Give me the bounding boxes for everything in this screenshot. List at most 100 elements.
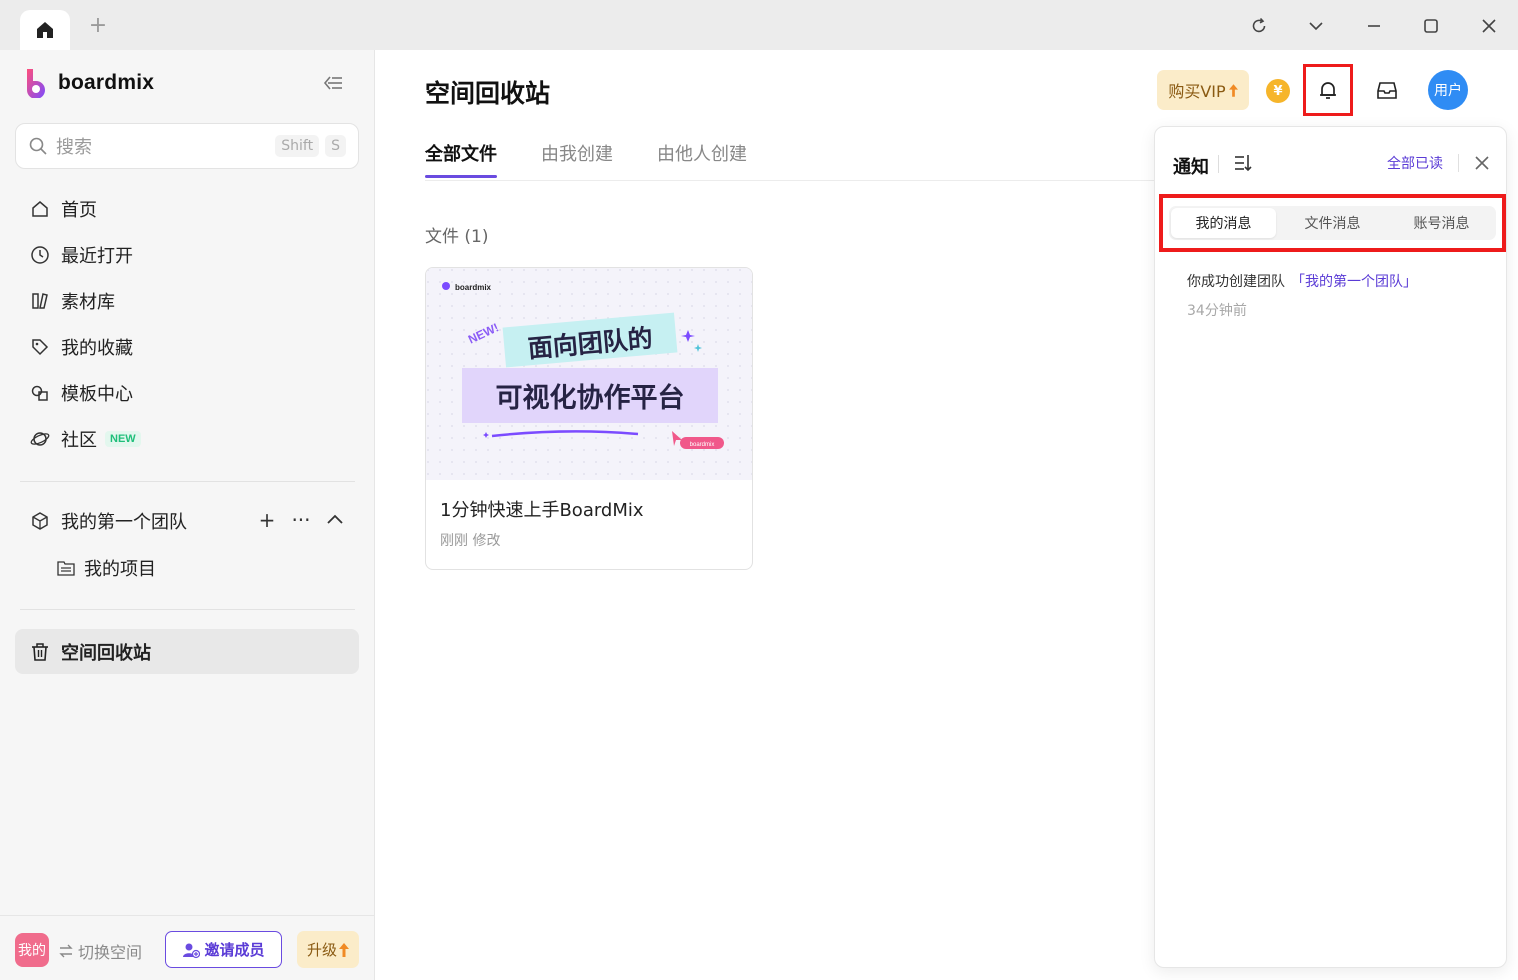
inbox-icon	[1377, 82, 1397, 99]
template-icon	[29, 382, 51, 404]
thumbnail-illustration: boardmix NEW! 面向团队的 可视化协作平台 boardmix	[426, 268, 752, 480]
space-avatar[interactable]: 我的	[15, 933, 49, 967]
sidebar-item-project[interactable]: 我的项目	[56, 545, 156, 591]
notification-button[interactable]	[1303, 64, 1353, 116]
bell-icon	[1320, 82, 1336, 99]
tab-created-by-me[interactable]: 由我创建	[541, 140, 613, 176]
add-to-team-button[interactable]: +	[257, 508, 277, 532]
clock-icon	[29, 244, 51, 266]
trash-label: 空间回收站	[61, 642, 151, 664]
upgrade-arrow-icon	[339, 942, 349, 957]
tab-account-messages[interactable]: 账号消息	[1389, 208, 1494, 238]
collapse-icon	[323, 76, 342, 90]
tag-icon	[29, 336, 51, 358]
chevron-down-icon	[1309, 22, 1323, 31]
sidebar-footer: 我的 切换空间 邀请成员 升级	[0, 915, 375, 980]
tabs-divider	[425, 180, 1155, 181]
file-title: 1分钟快速上手BoardMix	[440, 500, 644, 521]
close-window-button[interactable]	[1476, 13, 1502, 39]
new-tab-button[interactable]: +	[86, 14, 110, 38]
invite-label: 邀请成员	[204, 941, 265, 959]
sidebar-item-label: 素材库	[61, 292, 115, 313]
sidebar-divider	[20, 481, 355, 482]
notification-item[interactable]: 你成功创建团队 「我的第一个团队」	[1187, 271, 1417, 291]
project-name: 我的项目	[84, 559, 156, 580]
logo[interactable]: boardmix	[24, 68, 154, 98]
invite-members-button[interactable]: 邀请成员	[165, 931, 282, 968]
swap-icon	[59, 944, 73, 958]
sidebar-item-library[interactable]: 素材库	[15, 278, 359, 324]
files-count-label: 文件 (1)	[425, 227, 489, 247]
tab-created-by-others[interactable]: 由他人创建	[657, 140, 747, 176]
sidebar: boardmix 搜索 Shift S 首页 最近打开 素材库 我的收藏 模板中…	[0, 50, 375, 980]
sidebar-item-label: 我的收藏	[61, 338, 133, 359]
library-icon	[29, 290, 51, 312]
sidebar-item-templates[interactable]: 模板中心	[15, 370, 359, 416]
switch-space-label: 切换空间	[78, 943, 143, 962]
thumb-badge: boardmix	[690, 442, 715, 448]
inbox-button[interactable]	[1374, 77, 1400, 103]
home-icon	[37, 22, 53, 38]
tab-all-files[interactable]: 全部文件	[425, 140, 497, 178]
dropdown-button[interactable]	[1303, 13, 1329, 39]
maximize-button[interactable]	[1418, 13, 1444, 39]
planet-icon	[29, 428, 51, 450]
sidebar-item-team[interactable]: 我的第一个团队 + ···	[15, 498, 359, 544]
trash-icon	[29, 641, 51, 663]
switch-space-button[interactable]: 切换空间	[58, 939, 142, 963]
sidebar-item-trash[interactable]: 空间回收站	[15, 629, 359, 674]
sidebar-divider	[20, 609, 355, 610]
tab-my-messages[interactable]: 我的消息	[1171, 208, 1276, 238]
panel-separator	[1218, 155, 1219, 173]
home-tab[interactable]	[20, 10, 70, 50]
thumb-brand: boardmix	[455, 283, 492, 292]
shortcut-key-s: S	[325, 135, 346, 157]
tab-file-messages[interactable]: 文件消息	[1280, 208, 1385, 238]
team-actions: + ···	[257, 508, 345, 532]
page-title: 空间回收站	[425, 79, 551, 108]
cube-icon	[29, 510, 51, 532]
team-link[interactable]: 「我的第一个团队」	[1291, 274, 1417, 290]
sidebar-item-recent[interactable]: 最近打开	[15, 232, 359, 278]
sidebar-item-home[interactable]: 首页	[15, 186, 359, 232]
brand-name: boardmix	[58, 71, 155, 94]
buy-vip-button[interactable]: 购买VIP	[1157, 70, 1249, 110]
notification-text: 你成功创建团队	[1187, 274, 1285, 290]
team-more-button[interactable]: ···	[291, 508, 311, 532]
sort-button[interactable]	[1231, 151, 1255, 175]
avatar[interactable]: 用户	[1428, 70, 1468, 110]
file-thumbnail: boardmix NEW! 面向团队的 可视化协作平台 boardmix	[426, 268, 752, 480]
upgrade-label: 升级	[306, 941, 337, 959]
file-card[interactable]: boardmix NEW! 面向团队的 可视化协作平台 boardmix 1分钟…	[425, 267, 753, 570]
maximize-icon	[1424, 19, 1438, 33]
folder-icon	[56, 558, 76, 578]
refresh-button[interactable]	[1246, 13, 1272, 39]
collapse-sidebar-button[interactable]	[320, 70, 346, 96]
search-icon	[29, 137, 47, 155]
sidebar-item-label: 首页	[61, 200, 97, 221]
shortcut-key-shift: Shift	[275, 135, 320, 157]
search-input[interactable]: 搜索 Shift S	[15, 123, 359, 169]
sidebar-item-favorites[interactable]: 我的收藏	[15, 324, 359, 370]
minimize-icon	[1368, 25, 1380, 27]
mark-all-read-button[interactable]: 全部已读	[1387, 153, 1443, 173]
panel-title: 通知	[1173, 157, 1209, 178]
close-icon	[1482, 19, 1496, 33]
panel-separator	[1458, 154, 1459, 172]
sidebar-item-label: 最近打开	[61, 246, 133, 267]
close-panel-button[interactable]	[1471, 152, 1493, 174]
coin-icon[interactable]: ¥	[1266, 79, 1290, 103]
notification-panel: 通知 全部已读 我的消息 文件消息 账号消息 你成功创建团队 「我的第一个团队」 …	[1154, 126, 1507, 968]
new-badge: NEW	[105, 431, 141, 447]
title-bar: +	[0, 0, 1518, 50]
upgrade-button[interactable]: 升级	[297, 931, 359, 968]
thumb-line-2: 可视化协作平台	[496, 382, 685, 414]
chevron-up-icon[interactable]	[325, 508, 345, 532]
sidebar-nav: 首页 最近打开 素材库 我的收藏 模板中心 社区 NEW	[15, 186, 359, 462]
home-icon	[29, 198, 51, 220]
sidebar-item-community[interactable]: 社区 NEW	[15, 416, 359, 462]
file-modified: 刚刚 修改	[440, 533, 501, 549]
sidebar-item-label: 社区	[61, 430, 97, 451]
minimize-button[interactable]	[1361, 13, 1387, 39]
add-user-icon	[183, 943, 201, 958]
